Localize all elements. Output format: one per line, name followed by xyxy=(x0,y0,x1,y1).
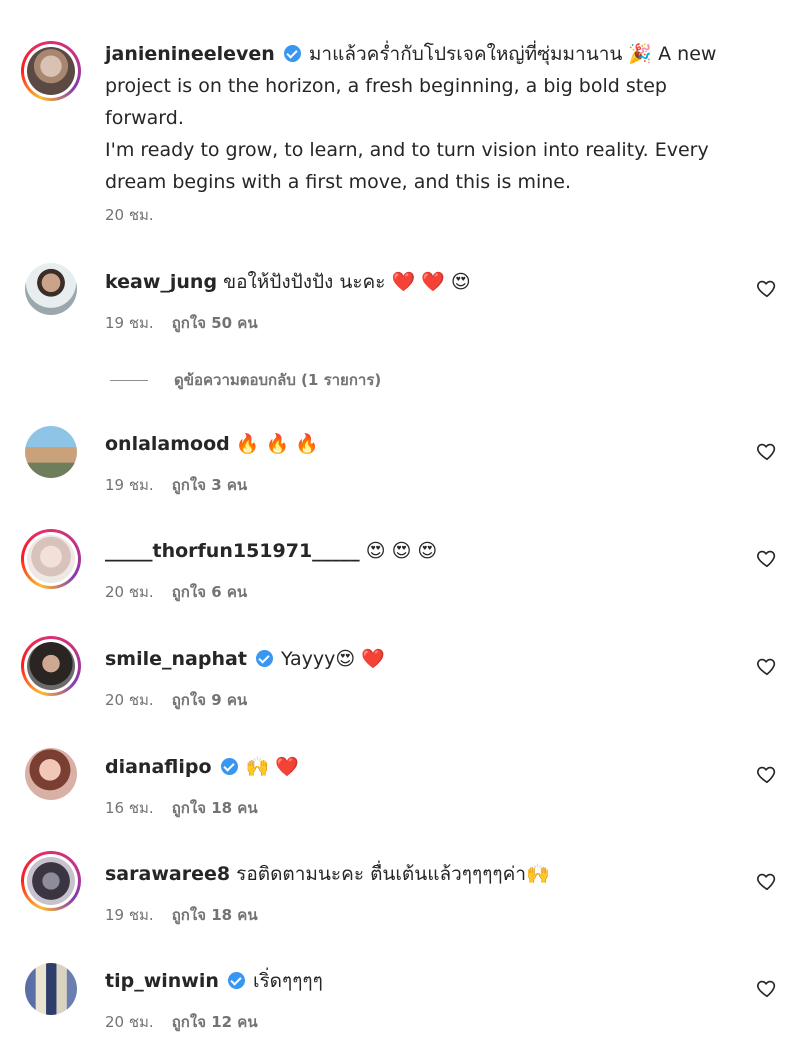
comment-body: onlalamood 🔥 🔥 🔥 xyxy=(105,428,745,460)
comment-meta: 19 ชม. ถูกใจ 18 คน xyxy=(105,903,258,927)
comment-likes[interactable]: ถูกใจ 50 คน xyxy=(172,314,258,332)
comment-meta: 20 ชม. ถูกใจ 12 คน xyxy=(105,1010,258,1034)
comment-likes[interactable]: ถูกใจ 18 คน xyxy=(172,906,258,924)
comment-body: tip_winwin เริ่ดๆๆๆๆ xyxy=(105,965,745,997)
caption-text-block: janienineeleven มาแล้วคร่ำกับโปรเจคใหญ่ท… xyxy=(105,38,745,198)
comment-text: ขอให้ปังปังปัง นะคะ ❤️ ❤️ 😍 xyxy=(223,271,471,293)
comment-username[interactable]: dianaflipo xyxy=(105,756,212,778)
comment-body: sarawaree8 รอติดตามนะคะ ตื่นเต้นแล้วๆๆๆๆ… xyxy=(105,858,745,890)
comment-avatar[interactable] xyxy=(25,263,77,315)
comment-text: รอติดตามนะคะ ตื่นเต้นแล้วๆๆๆๆค่า🙌 xyxy=(236,863,550,885)
comment-time[interactable]: 19 ชม. xyxy=(105,314,154,332)
comment-likes[interactable]: ถูกใจ 12 คน xyxy=(172,1013,258,1031)
comment-avatar[interactable] xyxy=(25,963,77,1015)
heart-outline-icon[interactable] xyxy=(756,870,778,892)
heart-outline-icon[interactable] xyxy=(756,977,778,999)
comment-time[interactable]: 19 ชม. xyxy=(105,906,154,924)
comment-text: 🔥 🔥 🔥 xyxy=(235,433,319,455)
verified-badge-icon xyxy=(255,650,273,667)
view-replies-label: ดูข้อความตอบกลับ (1 รายการ) xyxy=(174,371,382,389)
caption-meta: 20 ชม. xyxy=(105,203,154,227)
comment-body: keaw_jung ขอให้ปังปังปัง นะคะ ❤️ ❤️ 😍 xyxy=(105,266,745,298)
comment-likes[interactable]: ถูกใจ 9 คน xyxy=(172,691,247,709)
heart-outline-icon[interactable] xyxy=(756,277,778,299)
heart-outline-icon[interactable] xyxy=(756,547,778,569)
verified-badge-icon xyxy=(220,758,238,775)
caption-username[interactable]: janienineeleven xyxy=(105,43,275,65)
comment-text: 😍 😍 😍 xyxy=(365,540,438,562)
heart-outline-icon[interactable] xyxy=(756,655,778,677)
comment-username[interactable]: _____thorfun151971_____ xyxy=(105,540,360,562)
comment-text: Yayyy😍 ❤️ xyxy=(281,648,385,670)
comment-meta: 19 ชม. ถูกใจ 3 คน xyxy=(105,473,247,497)
comment-avatar[interactable] xyxy=(21,636,81,696)
view-replies-button[interactable]: ดูข้อความตอบกลับ (1 รายการ) xyxy=(110,368,381,392)
comment-username[interactable]: tip_winwin xyxy=(105,970,219,992)
comment-body: dianaflipo 🙌 ❤️ xyxy=(105,751,745,783)
comment-time[interactable]: 16 ชม. xyxy=(105,799,154,817)
comment-avatar[interactable] xyxy=(25,748,77,800)
comment-username[interactable]: smile_naphat xyxy=(105,648,247,670)
comment-meta: 19 ชม. ถูกใจ 50 คน xyxy=(105,311,258,335)
comment-time[interactable]: 19 ชม. xyxy=(105,476,154,494)
comment-text: 🙌 ❤️ xyxy=(245,756,299,778)
comment-likes[interactable]: ถูกใจ 3 คน xyxy=(172,476,247,494)
comment-meta: 20 ชม. ถูกใจ 6 คน xyxy=(105,580,247,604)
comment-avatar[interactable] xyxy=(25,426,77,478)
comment-time[interactable]: 20 ชม. xyxy=(105,583,154,601)
verified-badge-icon xyxy=(283,45,301,62)
comment-text: เริ่ดๆๆๆๆ xyxy=(252,970,323,992)
comment-avatar[interactable] xyxy=(21,851,81,911)
comment-meta: 16 ชม. ถูกใจ 18 คน xyxy=(105,796,258,820)
caption-time[interactable]: 20 ชม. xyxy=(105,206,154,224)
comment-username[interactable]: onlalamood xyxy=(105,433,230,455)
comment-time[interactable]: 20 ชม. xyxy=(105,1013,154,1031)
comment-time[interactable]: 20 ชม. xyxy=(105,691,154,709)
replies-divider xyxy=(110,380,148,381)
comment-username[interactable]: sarawaree8 xyxy=(105,863,230,885)
heart-outline-icon[interactable] xyxy=(756,440,778,462)
caption-avatar[interactable] xyxy=(21,41,81,101)
comment-username[interactable]: keaw_jung xyxy=(105,271,217,293)
comment-likes[interactable]: ถูกใจ 18 คน xyxy=(172,799,258,817)
comment-body: smile_naphat Yayyy😍 ❤️ xyxy=(105,643,745,675)
heart-outline-icon[interactable] xyxy=(756,763,778,785)
verified-badge-icon xyxy=(227,972,245,989)
comment-meta: 20 ชม. ถูกใจ 9 คน xyxy=(105,688,247,712)
comment-body: _____thorfun151971_____ 😍 😍 😍 xyxy=(105,535,745,567)
comments-thread: janienineeleven มาแล้วคร่ำกับโปรเจคใหญ่ท… xyxy=(0,0,800,1051)
caption-text: มาแล้วคร่ำกับโปรเจคใหญ่ที่ซุ่มมานาน 🎉 A … xyxy=(105,43,717,193)
comment-likes[interactable]: ถูกใจ 6 คน xyxy=(172,583,247,601)
comment-avatar[interactable] xyxy=(21,529,81,589)
